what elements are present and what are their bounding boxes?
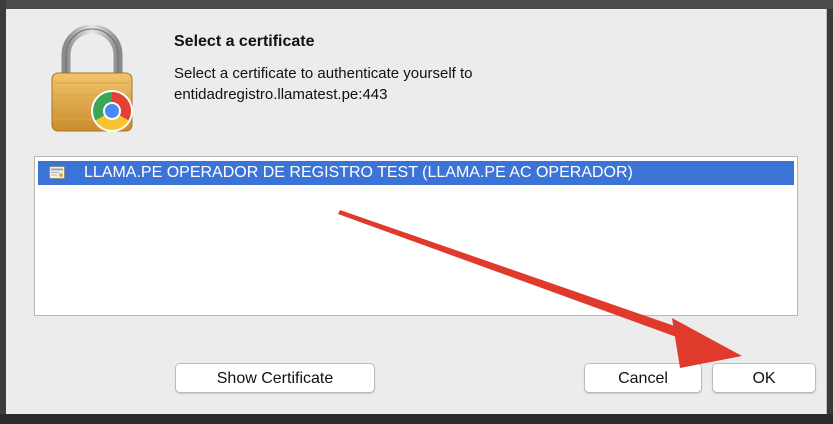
chrome-logo-icon <box>91 90 133 132</box>
certificate-label: LLAMA.PE OPERADOR DE REGISTRO TEST (LLAM… <box>84 164 633 181</box>
background-window-bottom <box>0 414 833 424</box>
certificate-dialog: Select a certificate Select a certificat… <box>6 9 827 414</box>
cancel-button[interactable]: Cancel <box>584 363 702 393</box>
dialog-message-host: entidadregistro.llamatest.pe:443 <box>174 86 388 103</box>
ok-button[interactable]: OK <box>712 363 816 393</box>
certificate-row-selected[interactable]: LLAMA.PE OPERADOR DE REGISTRO TEST (LLAM… <box>38 161 794 185</box>
dialog-title: Select a certificate <box>174 33 315 50</box>
certificate-list[interactable]: LLAMA.PE OPERADOR DE REGISTRO TEST (LLAM… <box>34 156 798 316</box>
certificate-icon <box>49 166 65 179</box>
dialog-message: Select a certificate to authenticate you… <box>174 63 473 105</box>
background-window-strip <box>0 0 833 9</box>
show-certificate-button[interactable]: Show Certificate <box>175 363 375 393</box>
dialog-message-line1: Select a certificate to authenticate you… <box>174 65 473 82</box>
padlock-chrome-icon <box>51 25 133 132</box>
